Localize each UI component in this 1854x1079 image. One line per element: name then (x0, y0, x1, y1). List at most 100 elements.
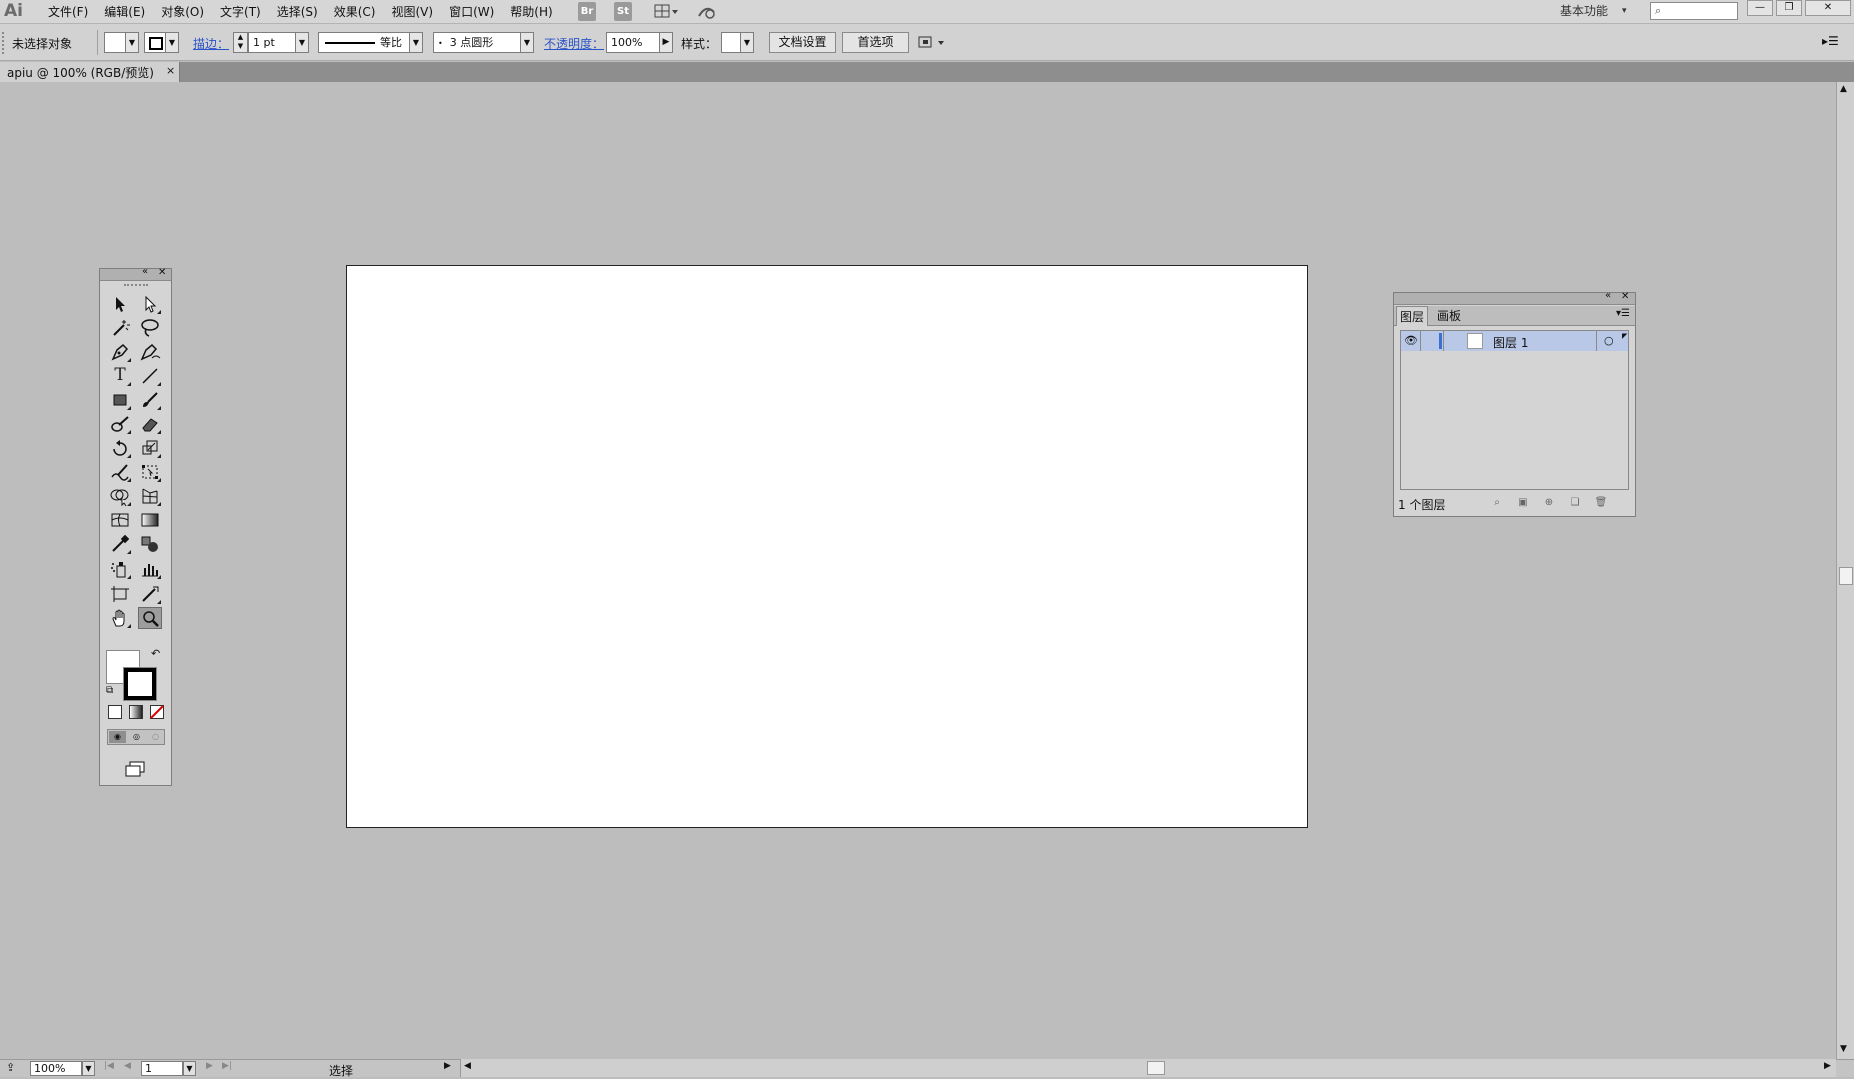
stroke-weight-field[interactable]: 1 pt (248, 32, 296, 53)
draw-inside-icon[interactable]: ○ (147, 731, 164, 743)
opacity-panel-link[interactable]: 不透明度： (544, 35, 604, 52)
status-display[interactable]: 选择 (240, 1060, 440, 1078)
menu-help[interactable]: 帮助(H) (502, 0, 560, 24)
menu-file[interactable]: 文件(F) (40, 0, 96, 24)
clipping-mask-icon[interactable]: ▣ (1516, 496, 1530, 510)
gradient-tool-icon[interactable] (138, 509, 162, 531)
brush-dropdown[interactable]: ▼ (520, 32, 534, 53)
menu-edit[interactable]: 编辑(E) (96, 0, 153, 24)
menu-select[interactable]: 选择(S) (269, 0, 326, 24)
new-sublayer-icon[interactable]: ⊕ (1542, 496, 1556, 510)
draw-normal-icon[interactable]: ◉ (109, 731, 126, 743)
restore-button[interactable]: ❐ (1776, 0, 1802, 16)
scroll-left-icon[interactable]: ◀ (464, 1061, 471, 1071)
artboard-tool-icon[interactable] (108, 583, 132, 605)
free-transform-tool-icon[interactable] (138, 461, 162, 483)
blend-tool-icon[interactable] (138, 533, 162, 555)
horizontal-scrollbar[interactable]: ◀ ▶ (460, 1059, 1836, 1077)
line-segment-tool-icon[interactable] (138, 365, 162, 387)
zoom-tool-icon[interactable] (138, 607, 162, 629)
close-window-button[interactable]: ✕ (1805, 0, 1851, 16)
type-tool-icon[interactable]: T (108, 365, 132, 387)
panel-menu-icon[interactable]: ▾☰ (1616, 308, 1630, 319)
close-icon[interactable]: ✕ (158, 267, 166, 278)
stroke-panel-link[interactable]: 描边： (193, 35, 229, 52)
column-graph-tool-icon[interactable] (138, 558, 162, 580)
status-menu-arrow-icon[interactable]: ▶ (444, 1061, 451, 1071)
scroll-up-icon[interactable]: ▲ (1840, 84, 1847, 94)
artboard[interactable] (346, 265, 1308, 828)
layers-panel-header[interactable]: « ✕ (1394, 290, 1635, 305)
mesh-tool-icon[interactable] (108, 509, 132, 531)
stock-button[interactable]: St (614, 2, 632, 21)
scale-tool-icon[interactable] (138, 437, 162, 459)
layer-row[interactable]: 👁 图层 1 ○ ◤ (1401, 331, 1628, 351)
lasso-tool-icon[interactable] (138, 317, 162, 339)
locate-object-icon[interactable]: ⌕ (1490, 496, 1504, 510)
selection-tool-icon[interactable] (108, 293, 132, 315)
fill-color-swatch[interactable] (104, 32, 126, 53)
rotate-tool-icon[interactable] (108, 437, 132, 459)
opacity-field[interactable]: 100% (606, 32, 660, 53)
graphic-style-swatch[interactable] (721, 32, 741, 53)
previous-artboard-icon[interactable]: ◀ (124, 1061, 131, 1071)
opacity-slider-button[interactable]: ▶ (659, 32, 673, 53)
next-artboard-icon[interactable]: ▶ (206, 1061, 213, 1071)
magic-wand-tool-icon[interactable] (108, 317, 132, 339)
zoom-field[interactable]: 100% (30, 1061, 82, 1076)
menu-view[interactable]: 视图(V) (383, 0, 441, 24)
brush-definition-select[interactable]: • 3 点圆形 (433, 32, 521, 53)
menu-object[interactable]: 对象(O) (153, 0, 212, 24)
graphic-style-dropdown[interactable]: ▼ (740, 32, 754, 53)
menu-type[interactable]: 文字(T) (212, 0, 269, 24)
stroke-weight-dropdown[interactable]: ▼ (295, 32, 309, 53)
grip-icon[interactable] (2, 32, 6, 54)
gpu-performance-icon[interactable] (696, 3, 718, 20)
menu-window[interactable]: 窗口(W) (441, 0, 502, 24)
tab-layers[interactable]: 图层 (1396, 306, 1428, 326)
hand-tool-icon[interactable] (108, 607, 132, 629)
close-tab-button[interactable]: × (166, 64, 175, 77)
slice-tool-icon[interactable] (138, 583, 162, 605)
workspace-switcher[interactable]: 基本功能 (1560, 0, 1608, 22)
eyedropper-tool-icon[interactable] (108, 533, 132, 555)
grip-icon[interactable] (124, 284, 148, 287)
perspective-grid-tool-icon[interactable] (138, 485, 162, 507)
fill-dropdown[interactable]: ▼ (125, 32, 139, 53)
blob-brush-tool-icon[interactable] (108, 413, 132, 435)
preferences-button[interactable]: 首选项 (842, 32, 909, 53)
stroke-profile-select[interactable]: 等比 (318, 32, 410, 53)
color-mode-icon[interactable] (108, 705, 122, 719)
minimize-button[interactable]: — (1747, 0, 1773, 16)
menu-effect[interactable]: 效果(C) (326, 0, 384, 24)
first-artboard-icon[interactable]: |◀ (104, 1061, 114, 1071)
tab-artboards[interactable]: 画板 (1432, 306, 1466, 326)
shape-builder-tool-icon[interactable] (108, 485, 132, 507)
stroke-color-swatch[interactable] (144, 32, 166, 53)
bridge-button[interactable]: Br (578, 2, 596, 21)
artboard-number-field[interactable]: 1 (141, 1061, 183, 1076)
scroll-right-icon[interactable]: ▶ (1824, 1061, 1831, 1071)
new-layer-icon[interactable]: ❏ (1568, 496, 1582, 510)
rectangle-tool-icon[interactable] (108, 389, 132, 411)
scroll-down-icon[interactable]: ▼ (1840, 1044, 1847, 1054)
symbol-sprayer-tool-icon[interactable] (108, 558, 132, 580)
panel-menu-icon[interactable]: ▸☰ (1822, 34, 1844, 50)
warp-tool-icon[interactable] (108, 461, 132, 483)
stroke-weight-stepper[interactable]: ▲ ▼ (233, 32, 248, 53)
gradient-mode-icon[interactable] (129, 705, 143, 719)
layer-name[interactable]: 图层 1 (1493, 334, 1528, 351)
document-setup-button[interactable]: 文档设置 (769, 32, 836, 53)
close-icon[interactable]: ✕ (1621, 291, 1629, 302)
target-circle-icon[interactable]: ○ (1604, 334, 1614, 347)
artboard-dropdown[interactable]: ▼ (183, 1061, 196, 1076)
default-fill-stroke-icon[interactable]: ⧉ (106, 685, 113, 696)
share-icon[interactable]: ⇪ (6, 1061, 15, 1074)
last-artboard-icon[interactable]: ▶| (222, 1061, 232, 1071)
curvature-tool-icon[interactable] (138, 341, 162, 363)
arrange-documents-icon[interactable] (654, 3, 680, 20)
delete-layer-icon[interactable]: 🗑 (1594, 496, 1608, 510)
align-options-icon[interactable] (918, 34, 948, 52)
stroke-swatch[interactable] (123, 667, 157, 701)
draw-behind-icon[interactable]: ◎ (128, 731, 145, 743)
